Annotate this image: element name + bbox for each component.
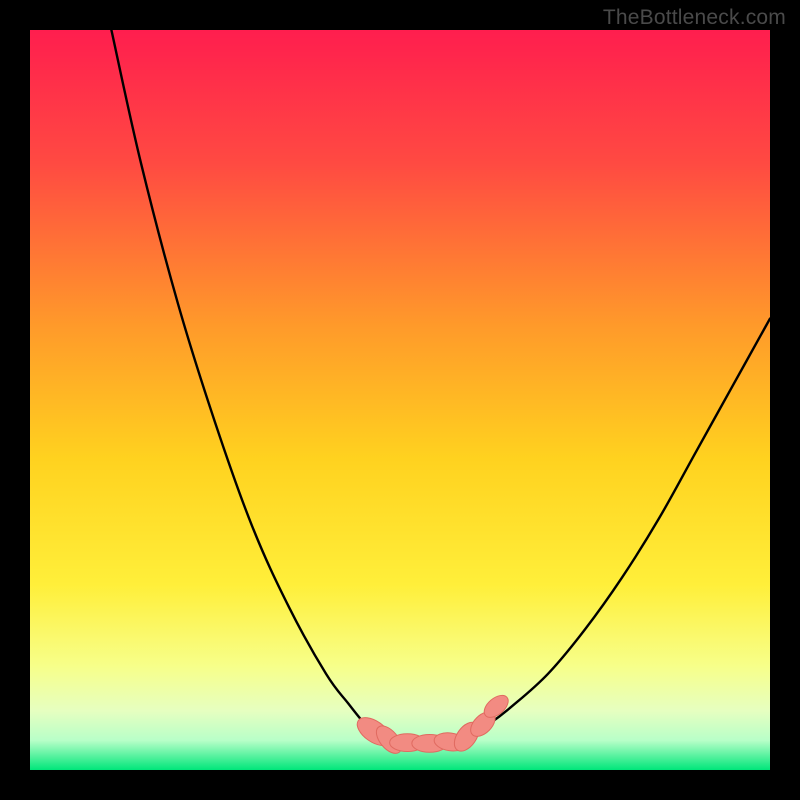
- bottleneck-curve-chart: [30, 30, 770, 770]
- chart-frame: TheBottleneck.com: [0, 0, 800, 800]
- gradient-background: [30, 30, 770, 770]
- watermark-text: TheBottleneck.com: [603, 6, 786, 30]
